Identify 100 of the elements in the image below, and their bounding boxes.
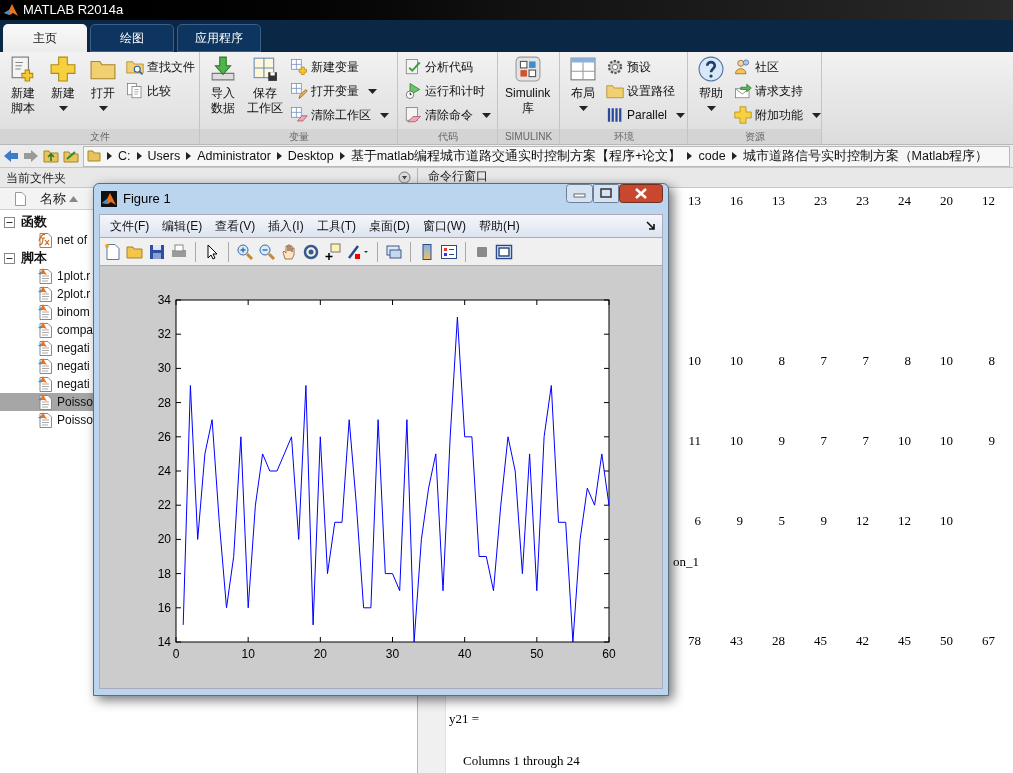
ribbon-button[interactable]: 打开 — [84, 56, 122, 111]
path-segment[interactable]: Administrator — [197, 146, 271, 166]
path-segment[interactable]: Desktop — [287, 146, 334, 166]
ribbon-button[interactable]: 预设 — [606, 56, 688, 78]
column-header[interactable]: 名称 — [40, 188, 66, 209]
zoom-out-icon[interactable] — [258, 242, 276, 261]
ribbon-button[interactable]: Parallel — [606, 104, 688, 126]
ribbon-button[interactable]: 新建变量 — [290, 56, 391, 78]
ribbon-button[interactable]: 比较 — [126, 80, 197, 102]
caret-icon[interactable] — [339, 152, 345, 160]
tick-label: 24 — [157, 464, 171, 478]
menu-item[interactable]: 查看(V) — [215, 217, 256, 235]
ribbon-button[interactable]: 布局 — [564, 56, 602, 111]
ribbon-button[interactable]: 请求支持 — [734, 80, 823, 102]
file-name: Poisso — [56, 394, 93, 411]
rotate-icon[interactable] — [302, 242, 320, 261]
ribbon-button[interactable]: Simulink 库 — [502, 56, 554, 116]
hand-icon[interactable] — [280, 242, 298, 261]
back-arrow-icon[interactable] — [3, 149, 19, 163]
zoom-in-icon[interactable] — [236, 242, 254, 261]
dock-arrow-icon[interactable] — [646, 221, 656, 231]
tick-label: 0 — [172, 647, 180, 661]
output-number: 20 — [939, 192, 953, 210]
ribbon-button[interactable]: 清除命令 — [404, 104, 493, 126]
tick-label: 26 — [157, 429, 171, 444]
caret-icon[interactable] — [276, 152, 282, 160]
ribbon-button[interactable]: 附加功能 — [734, 104, 823, 126]
tab[interactable]: 应用程序 — [177, 24, 261, 52]
tree-group-label[interactable]: 脚本 — [21, 248, 47, 268]
ribbon-button[interactable]: 保存 工作区 — [244, 56, 286, 116]
browse-folder-icon[interactable] — [63, 149, 79, 163]
ribbon-button[interactable]: 查找文件 — [126, 56, 197, 78]
caret-icon[interactable] — [186, 152, 192, 160]
menu-item[interactable]: 编辑(E) — [162, 217, 203, 235]
minimize-icon[interactable] — [566, 184, 593, 203]
caret-icon[interactable] — [136, 152, 142, 160]
ribbon-button[interactable]: 帮助 — [692, 56, 730, 111]
ribbon-button[interactable]: 社区 — [734, 56, 823, 78]
collapse-icon[interactable] — [4, 252, 15, 264]
path-segment[interactable]: C: — [118, 146, 131, 166]
legend-icon[interactable] — [440, 242, 458, 261]
frame-icon[interactable] — [495, 242, 513, 261]
menu-item[interactable]: 工具(T) — [316, 217, 356, 235]
caret-icon[interactable] — [107, 152, 112, 160]
ribbon-button[interactable]: 打开变量 — [290, 80, 391, 102]
menu-item[interactable]: 桌面(D) — [369, 217, 410, 235]
file-row[interactable]: Poisso — [0, 393, 93, 411]
output-number: 23 — [855, 192, 869, 210]
tick-label: 18 — [157, 566, 171, 581]
path-segment[interactable]: code — [698, 146, 726, 166]
file-name: negati — [57, 358, 90, 375]
output-number: 8 — [777, 352, 785, 370]
maximize-icon[interactable] — [593, 184, 619, 203]
tab[interactable]: 绘图 — [90, 24, 174, 52]
ribbon-button[interactable]: 运行和计时 — [404, 80, 493, 102]
file-name: Poisso — [56, 412, 93, 429]
ribbon-button[interactable]: 分析代码 — [404, 56, 493, 78]
output-number: 7 — [819, 352, 827, 370]
up-folder-icon[interactable] — [43, 149, 59, 163]
caret-icon[interactable] — [687, 152, 693, 160]
ribbon-button[interactable]: 新建 — [44, 56, 82, 111]
output-number: 8 — [903, 352, 911, 370]
menu-item[interactable]: 文件(F) — [110, 217, 150, 235]
output-number: 42 — [855, 632, 869, 650]
ribbon-button[interactable]: 导入 数据 — [204, 56, 242, 116]
plus-icon — [50, 56, 76, 82]
ribbon-button[interactable]: 清除工作区 — [290, 104, 391, 126]
output-number: 12 — [981, 192, 995, 210]
peak-logo-icon — [101, 191, 117, 207]
file-name: binom — [57, 304, 90, 321]
output-number: 7 — [861, 352, 869, 370]
tree-group-label[interactable]: 函数 — [21, 212, 47, 232]
new-file-icon[interactable] — [104, 242, 122, 261]
output-number: 10 — [939, 512, 953, 530]
dropdown-circle-icon[interactable] — [398, 171, 411, 184]
path-segment[interactable]: Users — [147, 146, 181, 166]
caret-icon[interactable] — [731, 152, 737, 160]
output-number: 10 — [729, 432, 743, 450]
tab[interactable]: 主页 — [3, 24, 87, 52]
collapse-icon[interactable] — [4, 216, 15, 228]
path-segment[interactable]: 基于matlab编程城市道路交通实时控制方案【程序+论文】 — [350, 146, 682, 166]
output-number: 8 — [987, 352, 995, 370]
data-cursor-icon[interactable] — [324, 242, 342, 261]
group-label: 环境 — [613, 131, 634, 142]
tick-label: 14 — [157, 635, 171, 649]
window-title: MATLAB R2014a — [23, 1, 124, 20]
panel-title: 当前文件夹 — [6, 169, 66, 187]
output-number: 9 — [777, 432, 785, 450]
ribbon-button[interactable]: 新建 脚本 — [4, 56, 42, 116]
save-icon[interactable] — [148, 242, 166, 261]
menu-item[interactable]: 窗口(W) — [422, 217, 466, 235]
path-segment[interactable]: 城市道路信号实时控制方案（Matlab程序） — [742, 146, 989, 166]
layout-icon — [570, 56, 596, 82]
ribbon-button[interactable]: 设置路径 — [606, 80, 688, 102]
output-text: Columns 1 through 24 — [463, 752, 580, 770]
menu-item[interactable]: 插入(I) — [268, 217, 304, 235]
link-icon[interactable] — [385, 242, 403, 261]
grid-plus-icon — [290, 58, 308, 76]
menu-item[interactable]: 帮助(H) — [479, 217, 520, 235]
close-icon[interactable] — [619, 184, 663, 203]
